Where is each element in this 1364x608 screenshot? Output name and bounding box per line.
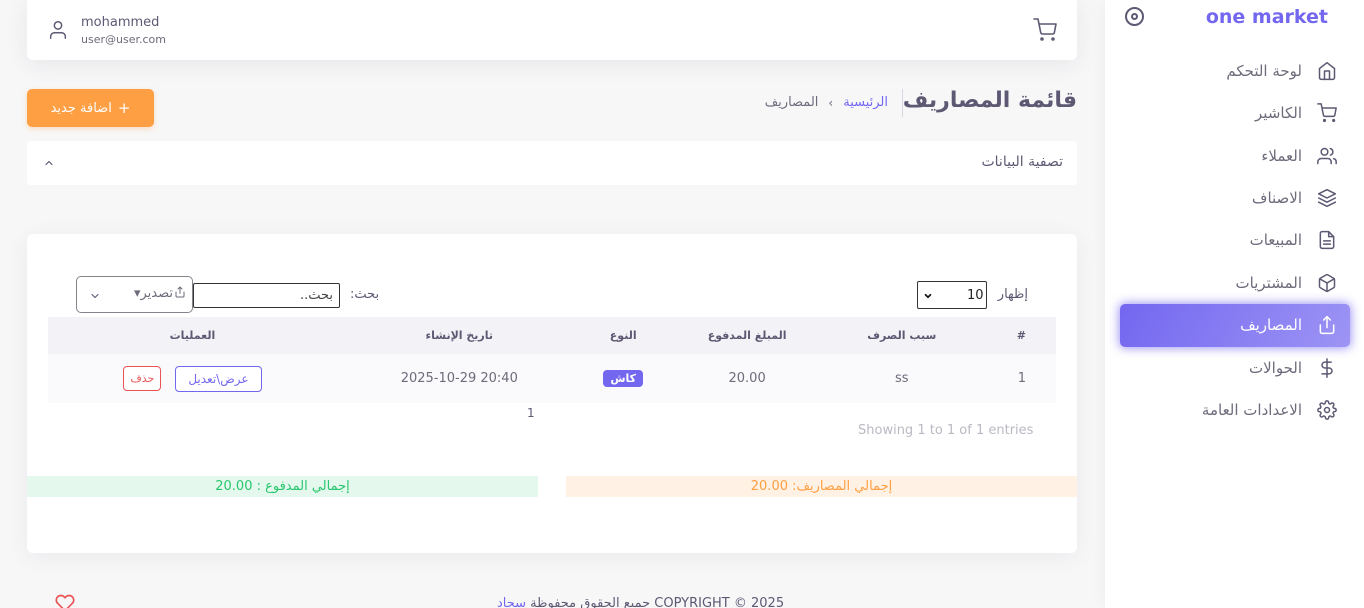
sidebar-item-transfers[interactable]: الحوالات: [1120, 347, 1350, 389]
page-size-value: 10: [967, 288, 984, 303]
sidebar-item-sales[interactable]: المبيعات: [1120, 219, 1350, 261]
page-size-label: إظهار: [997, 287, 1028, 302]
chevron-up-icon[interactable]: [43, 157, 55, 169]
total-expenses: إجمالي المصاريف: 20.00: [566, 476, 1077, 497]
top-navbar: mohammed user@user.com: [27, 0, 1077, 60]
upload-icon: [1316, 314, 1338, 336]
brand-name[interactable]: one market: [1206, 6, 1328, 28]
sidebar-item-settings[interactable]: الاعدادات العامة: [1120, 389, 1350, 431]
view-edit-button[interactable]: عرض\تعديل: [175, 365, 262, 392]
sidebar-item-cashier[interactable]: الكاشير: [1120, 92, 1350, 134]
table-header-row: # سبب الصرف المبلغ المدفوع النوع تاريخ ا…: [48, 317, 1056, 354]
table-info: Showing 1 to 1 of 1 entries: [858, 423, 1034, 438]
sidebar-item-label: الكاشير: [1255, 104, 1302, 123]
table-row: 1 ss 20.00 كاش 2025-10-29 20:40 عرض\تعدي…: [48, 354, 1056, 403]
sidebar-item-expenses[interactable]: المصاريف: [1120, 303, 1350, 347]
sidebar-item-label: العملاء: [1261, 146, 1302, 165]
sidebar-item-items[interactable]: الاصناف: [1120, 177, 1350, 219]
cell-actions: عرض\تعديل حذف: [48, 354, 337, 403]
users-icon: [1316, 145, 1338, 167]
created-date: 2025-10-29 20:40: [400, 371, 518, 386]
cell-amount: 20.00: [664, 354, 830, 403]
breadcrumb-separator: ›: [828, 95, 834, 110]
total-paid: إجمالي المدفوع : 20.00: [27, 476, 538, 497]
column-header[interactable]: النوع: [581, 317, 665, 354]
box-icon: [1316, 272, 1338, 294]
file-text-icon: [1316, 229, 1338, 251]
delete-button[interactable]: حذف: [123, 366, 162, 391]
sidebar-item-dashboard[interactable]: لوحة التحكم: [1120, 50, 1350, 92]
dollar-icon: [1316, 357, 1338, 379]
breadcrumb-current: المصاريف: [764, 95, 819, 110]
chevron-down-icon: [924, 293, 932, 299]
page-size-select[interactable]: 10: [917, 281, 987, 309]
layers-icon: [1316, 187, 1338, 209]
cell-reason: ss: [829, 354, 975, 403]
column-header[interactable]: #: [974, 317, 1056, 354]
filter-card[interactable]: تصفية البيانات: [27, 141, 1077, 185]
expenses-table: # سبب الصرف المبلغ المدفوع النوع تاريخ ا…: [48, 317, 1056, 403]
sidebar-item-label: الاعدادات العامة: [1201, 401, 1302, 420]
sidebar-item-label: الاصناف: [1251, 189, 1302, 208]
share-icon: [175, 286, 185, 298]
chevron-down-icon: [91, 293, 99, 299]
cell-id: 1: [974, 354, 1056, 403]
column-header[interactable]: تاريخ الإنشاء: [336, 317, 582, 354]
column-header[interactable]: المبلغ المدفوع: [664, 317, 830, 354]
cart-icon[interactable]: [1033, 18, 1057, 42]
type-badge: كاش: [603, 370, 644, 387]
search-input[interactable]: [193, 283, 340, 308]
user-email: user@user.com: [81, 32, 166, 46]
add-new-button[interactable]: + اضافة جديد: [27, 89, 154, 127]
user-name: mohammed: [81, 14, 160, 30]
plus-icon: +: [117, 99, 131, 117]
sidebar-item-label: المصاريف: [1240, 316, 1302, 335]
sidebar-item-label: المشتريات: [1235, 273, 1302, 292]
sidebar-item-customers[interactable]: العملاء: [1120, 135, 1350, 177]
page-title: قائمة المصاريف: [902, 88, 1077, 113]
footer-text: COPYRIGHT © 2025 جميع الحقوق محفوظة: [526, 596, 785, 608]
add-new-label: اضافة جديد: [50, 100, 112, 116]
breadcrumb: الرئيسية › المصاريف: [765, 95, 888, 110]
user-dropdown[interactable]: mohammed user@user.com: [47, 10, 166, 50]
sidebar-item-purchases[interactable]: المشتريات: [1120, 261, 1350, 303]
breadcrumb-home-link[interactable]: الرئيسية: [843, 95, 888, 110]
title-divider: [902, 89, 903, 117]
sidebar-item-label: الحوالات: [1248, 358, 1302, 377]
sidebar-nav: لوحة التحكم الكاشير العملاء الاصناف المب…: [1120, 50, 1350, 431]
settings-icon: [1316, 399, 1338, 421]
sidebar-item-label: لوحة التحكم: [1226, 62, 1302, 81]
footer-copyright: COPYRIGHT © 2025 جميع الحقوق محفوظة سجاد: [497, 596, 784, 608]
cell-type: كاش: [581, 354, 665, 403]
export-label: تصدير▾: [134, 286, 186, 301]
filter-title: تصفية البيانات: [981, 154, 1063, 170]
sidebar-item-label: المبيعات: [1249, 231, 1302, 250]
export-button[interactable]: تصدير▾: [76, 276, 193, 313]
footer-link[interactable]: سجاد: [497, 596, 526, 608]
sidebar-toggle-icon[interactable]: [1125, 7, 1144, 26]
home-icon: [1316, 60, 1338, 82]
column-header[interactable]: سبب الصرف: [829, 317, 975, 354]
cart-icon: [1316, 102, 1338, 124]
expenses-card: إظهار 10 بحث: تصدير▾ # سبب الصرف المبلغ …: [27, 234, 1077, 553]
sidebar: one market لوحة التحكم الكاشير العملاء ا…: [1105, 0, 1364, 608]
heart-icon: [55, 594, 75, 608]
user-icon: [49, 21, 67, 39]
column-header: العمليات: [48, 317, 337, 354]
search-label: بحث:: [350, 287, 380, 302]
cell-created: 2025-10-29 20:40: [336, 354, 582, 403]
brand: one market: [1105, 4, 1364, 30]
export-text: تصدير▾: [133, 286, 173, 301]
pagination-page[interactable]: 1: [527, 406, 535, 420]
